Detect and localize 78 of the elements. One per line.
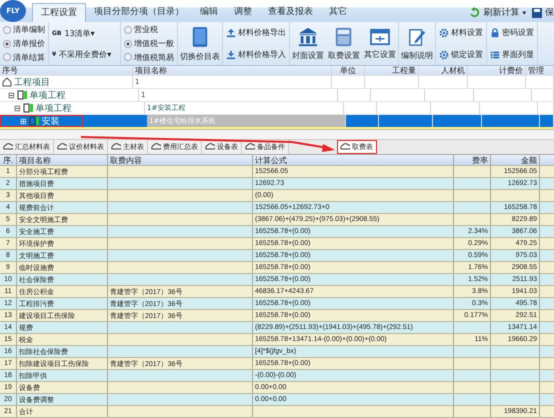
cloud-icon [245, 143, 255, 150]
tree-item-label: 安装 [42, 116, 60, 128]
ribbon-button[interactable]: 锁定设置 [439, 49, 484, 60]
pencil-icon [408, 26, 426, 47]
column-header: 序. [0, 155, 17, 165]
column-header: 序号 [0, 66, 133, 76]
column-header: 单位 [332, 66, 365, 76]
splitter-bar[interactable] [0, 130, 554, 140]
column-header: 金额 [491, 155, 540, 165]
cloud-icon [151, 143, 161, 150]
cloud-icon [205, 143, 215, 150]
ribbon-tab[interactable]: 查看及报表 [260, 3, 321, 22]
ribbon-button[interactable]: 其它设置 [363, 28, 398, 60]
column-header: 项目名称 [17, 155, 108, 165]
building-icon [16, 90, 28, 100]
list-icon [490, 50, 500, 60]
lock-icon [490, 28, 500, 38]
radio-button[interactable] [3, 40, 11, 48]
upload-icon [226, 28, 236, 38]
ribbon-tab[interactable]: 其它 [321, 3, 355, 22]
radio-label: 营业税 [134, 24, 158, 36]
expand-toggle[interactable]: ⊟ [14, 104, 21, 113]
building-icon [22, 103, 34, 114]
dropdown[interactable]: 不采用全费价▾ [59, 48, 118, 60]
column-header: 计算公式 [253, 155, 454, 165]
radio-button[interactable] [124, 53, 132, 62]
refresh-icon [469, 7, 480, 18]
gear-icon [439, 50, 450, 60]
ribbon-button[interactable]: 材料价格导出 [226, 27, 286, 38]
expand-toggle[interactable]: ⊞ [20, 116, 27, 126]
tree-item-label: 单项工程 [36, 102, 72, 114]
building-icon [28, 116, 40, 126]
ribbon-button[interactable]: 切换价目表 [179, 26, 222, 62]
ribbon-tab[interactable]: 工程设置 [32, 3, 86, 22]
column-header: 人材机 [419, 66, 468, 76]
tree-item-label: 工程项目 [14, 76, 50, 88]
radio-label: 清单编制 [13, 24, 45, 36]
cloud-icon [111, 143, 121, 150]
house-icon [2, 77, 12, 88]
book-icon [191, 26, 210, 48]
column-header: 费率 [454, 155, 491, 165]
column-header: 取费内容 [108, 155, 253, 165]
column-header: 项目名称 [133, 66, 332, 76]
ribbon-button[interactable]: 取费设置 [327, 26, 362, 61]
bank-icon [297, 26, 320, 47]
calculator-icon [334, 26, 354, 47]
radio-button[interactable] [3, 53, 11, 62]
download-icon [226, 50, 236, 60]
radio-label: 清单报价 [13, 38, 45, 50]
ribbon-button[interactable]: 封面设置 [291, 26, 326, 61]
cloud-icon [3, 143, 13, 150]
ribbon-tab[interactable]: 编辑 [192, 3, 226, 22]
column-header: 工程量 [365, 66, 419, 76]
ribbon-button[interactable]: 材料设置 [439, 27, 484, 38]
ribbon-button[interactable]: 编制说明 [400, 26, 434, 61]
cloud-icon [57, 143, 67, 150]
radio-button[interactable] [124, 40, 132, 48]
radio-label: 增值税简易 [134, 52, 174, 63]
expand-toggle[interactable]: ⊟ [8, 90, 15, 100]
ribbon-tab[interactable]: 调整 [226, 3, 260, 22]
ribbon-button[interactable]: 密码设置 [490, 27, 534, 38]
column-header: 计费价 [468, 66, 526, 76]
cloud-icon [340, 143, 350, 150]
ribbon-button[interactable]: 材料价格导入 [226, 49, 286, 60]
radio-label: 增值税一般 [134, 38, 174, 50]
gear-icon [439, 28, 450, 38]
dropdown[interactable]: 13清单▾ [64, 28, 101, 39]
refresh-button[interactable]: 刷新计算 [483, 6, 520, 19]
save-button[interactable]: 保 [545, 6, 554, 19]
radio-label: 清单结算 [13, 52, 45, 63]
column-header: 管理 [526, 66, 554, 76]
window-icon [370, 28, 390, 46]
radio-button[interactable] [124, 26, 132, 34]
ribbon-tab[interactable]: 项目分部分项（目录） [86, 3, 192, 22]
save-icon [532, 8, 542, 18]
ribbon-button[interactable]: 界面列显 [490, 49, 534, 60]
radio-button[interactable] [3, 26, 11, 34]
tree-item-label: 单项工程 [30, 90, 66, 102]
